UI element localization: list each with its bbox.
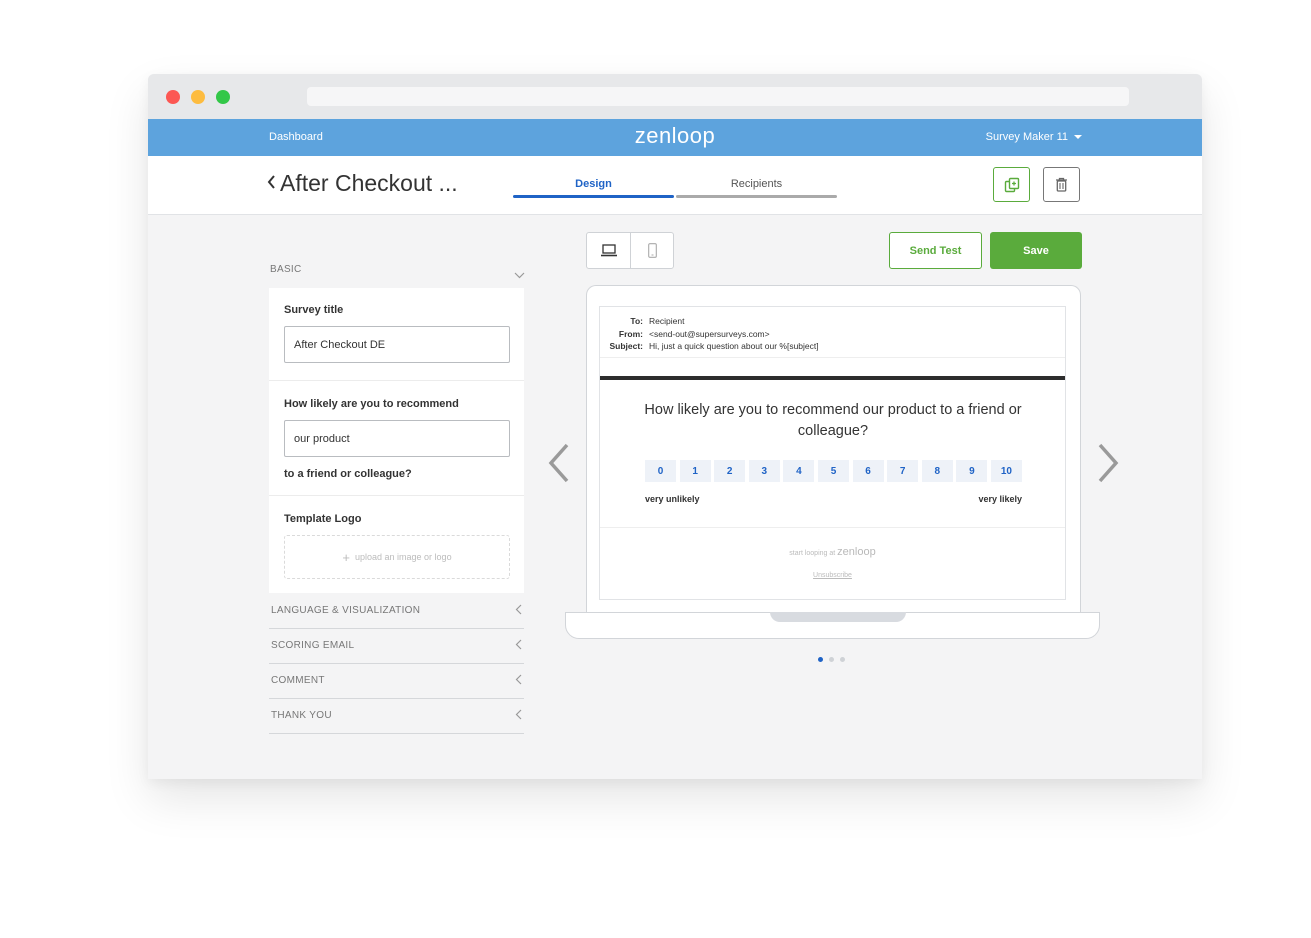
nps-score-5[interactable]: 5: [817, 460, 849, 482]
nps-score-4[interactable]: 4: [783, 460, 815, 482]
accordion-scoring-email[interactable]: SCORING EMAIL: [269, 628, 524, 664]
footer-brand-logo: zenloop: [837, 546, 876, 558]
scale-high-label: very likely: [978, 494, 1022, 504]
next-preview-arrow-icon[interactable]: [1094, 441, 1122, 485]
accordion-label: COMMENT: [271, 675, 325, 686]
question-product-input[interactable]: [284, 420, 510, 457]
chevron-left-icon: [515, 604, 522, 615]
from-value: <send-out@supersurveys.com>: [649, 328, 770, 339]
browser-window: Dashboard zenloop Survey Maker 11 After …: [148, 74, 1202, 779]
basic-section-title[interactable]: BASIC: [270, 264, 302, 275]
email-preview: To: Recipient From: <send-out@supersurveys…: [599, 306, 1066, 600]
save-button[interactable]: Save: [990, 232, 1082, 269]
address-bar[interactable]: [307, 87, 1129, 106]
caret-down-icon: [1074, 135, 1082, 140]
logo-upload-dropzone[interactable]: + upload an image or logo: [284, 535, 510, 579]
laptop-notch: [770, 612, 906, 622]
chevron-left-icon: [267, 175, 275, 189]
accordion-language-visualization[interactable]: LANGUAGE & VISUALIZATION: [269, 593, 524, 629]
divider: [269, 495, 524, 496]
basic-settings-card: Survey title How likely are you to recom…: [269, 288, 524, 593]
template-logo-label: Template Logo: [284, 513, 362, 525]
chevron-left-icon: [515, 639, 522, 650]
pager-dot-2[interactable]: [829, 657, 834, 662]
nps-score-9[interactable]: 9: [956, 460, 988, 482]
browser-chrome: [148, 74, 1202, 119]
subject-label: Subject:: [609, 341, 643, 351]
back-link[interactable]: After Checkout ...: [267, 170, 458, 197]
question-label: How likely are you to recommend: [284, 398, 459, 410]
survey-name: After Checkout ...: [280, 170, 458, 196]
footer-prefix: start looping at: [789, 550, 836, 557]
desktop-preview-button[interactable]: [587, 233, 630, 268]
tab-design-underline: [513, 195, 674, 198]
preview-question: How likely are you to recommend our prod…: [644, 402, 1022, 439]
tab-design[interactable]: Design: [513, 178, 674, 190]
accordion-label: SCORING EMAIL: [271, 640, 355, 651]
nps-score-7[interactable]: 7: [887, 460, 919, 482]
previous-preview-arrow-icon[interactable]: [545, 441, 573, 485]
chevron-left-icon: [515, 709, 522, 720]
top-navigation: Dashboard zenloop Survey Maker 11: [148, 119, 1202, 156]
send-test-button[interactable]: Send Test: [889, 232, 982, 269]
nps-score-10[interactable]: 10: [990, 460, 1022, 482]
survey-title-input[interactable]: [284, 326, 510, 363]
divider: [600, 527, 1065, 528]
user-menu-label: Survey Maker 11: [985, 131, 1068, 143]
duplicate-button[interactable]: [993, 167, 1030, 202]
survey-header: After Checkout ... Design Recipients: [148, 156, 1202, 215]
pager-dot-1[interactable]: [818, 657, 823, 662]
unsubscribe-link[interactable]: Unsubscribe: [600, 572, 1065, 579]
nps-score-6[interactable]: 6: [852, 460, 884, 482]
device-toggle: [586, 232, 674, 269]
close-window-button[interactable]: [166, 90, 180, 104]
mobile-preview-button[interactable]: [631, 233, 674, 268]
trash-icon: [1056, 177, 1067, 192]
pager-dot-3[interactable]: [840, 657, 845, 662]
divider: [600, 357, 1065, 358]
email-top-bar: [600, 376, 1065, 380]
accordion-label: THANK YOU: [271, 710, 332, 721]
subject-value: Hi, just a quick question about our %[su…: [649, 341, 819, 351]
delete-button[interactable]: [1043, 167, 1080, 202]
nps-score-1[interactable]: 1: [679, 460, 711, 482]
mobile-icon: [648, 243, 657, 258]
nps-score-3[interactable]: 3: [748, 460, 780, 482]
maximize-window-button[interactable]: [216, 90, 230, 104]
laptop-icon: [600, 244, 617, 257]
accordion-comment[interactable]: COMMENT: [269, 663, 524, 699]
email-headers: To: Recipient From: <send-out@supersurveys…: [600, 315, 1065, 353]
accordion-label: LANGUAGE & VISUALIZATION: [271, 605, 421, 616]
nps-score-2[interactable]: 2: [714, 460, 746, 482]
to-label: To:: [630, 316, 643, 326]
plus-icon: +: [342, 549, 350, 565]
question-suffix: to a friend or colleague?: [284, 468, 412, 480]
chevron-down-icon[interactable]: [514, 272, 525, 279]
tab-recipients[interactable]: Recipients: [676, 178, 837, 190]
upload-text: upload an image or logo: [355, 552, 452, 562]
nps-scale: 0 1 2 3 4 5 6 7 8 9 10: [645, 460, 1022, 482]
survey-title-label: Survey title: [284, 304, 344, 316]
from-label: From:: [618, 328, 643, 339]
tab-recipients-underline: [676, 195, 837, 198]
email-subject-row: Subject: Hi, just a quick question about …: [600, 340, 1065, 353]
copy-icon: [1004, 177, 1019, 192]
user-menu[interactable]: Survey Maker 11: [986, 131, 1082, 143]
email-from-row: From: <send-out@supersurveys.com>: [600, 328, 1065, 341]
accordion-thank-you[interactable]: THANK YOU: [269, 698, 524, 734]
email-to-row: To: Recipient: [600, 315, 1065, 328]
chevron-left-icon: [515, 674, 522, 685]
nps-score-0[interactable]: 0: [645, 460, 676, 482]
divider: [269, 380, 524, 381]
email-footer: start looping at zenloop: [600, 546, 1065, 558]
scale-low-label: very unlikely: [645, 494, 700, 504]
nps-score-8[interactable]: 8: [921, 460, 953, 482]
to-value: Recipient: [649, 316, 685, 326]
minimize-window-button[interactable]: [191, 90, 205, 104]
